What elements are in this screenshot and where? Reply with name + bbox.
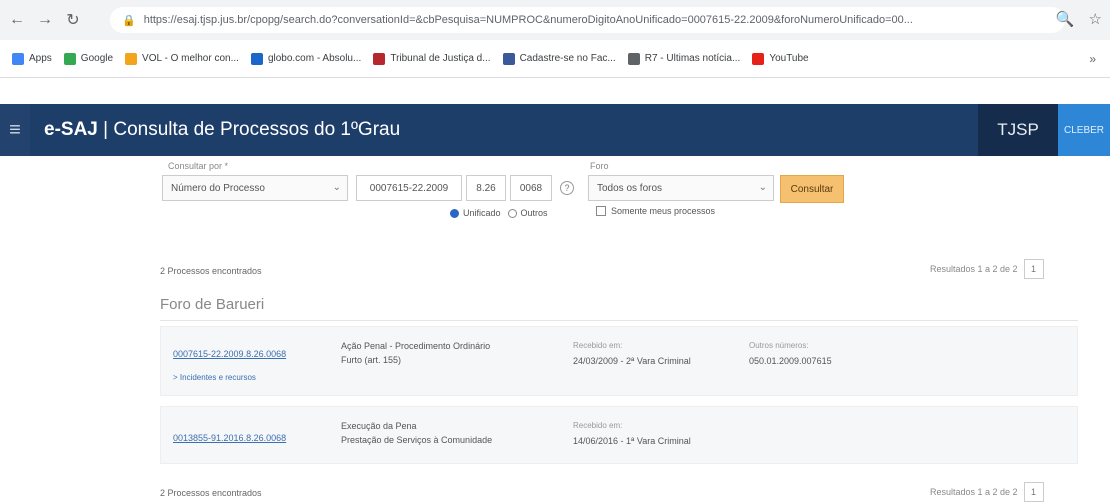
- received-label: Recebido em:: [573, 341, 623, 350]
- radio-other[interactable]: [507, 208, 517, 218]
- bookmark-item[interactable]: Cadastre-se no Fac...: [502, 52, 616, 65]
- bookmark-item[interactable]: Apps: [12, 52, 52, 65]
- zoom-icon[interactable]: 🔍: [1056, 10, 1075, 28]
- browser-address-bar: ← → ↻ 🔒 https://esaj.tjsp.jus.br/cpopg/s…: [0, 0, 1110, 40]
- radio-other-label: Outros: [520, 208, 548, 218]
- other-numbers-value: 050.01.2009.007615: [749, 356, 832, 366]
- process-class: Execução da Pena: [341, 421, 417, 431]
- bookmark-item[interactable]: YouTube: [752, 52, 809, 65]
- other-numbers-label: Outros números:: [749, 341, 809, 350]
- process-subject: Prestação de Serviços à Comunidade: [341, 435, 493, 445]
- received-label: Recebido em:: [573, 421, 623, 430]
- bookmark-favicon-icon: [373, 52, 386, 65]
- bookmark-item[interactable]: VOL - O melhor con...: [125, 52, 239, 65]
- bookmark-favicon-icon: [250, 52, 263, 65]
- only-my-processes-row: Somente meus processos: [596, 206, 715, 216]
- url-field[interactable]: 🔒 https://esaj.tjsp.jus.br/cpopg/search.…: [110, 7, 1065, 33]
- results-count: 2 Processos encontrados: [160, 266, 262, 276]
- bookmark-label: Google: [80, 53, 114, 64]
- lock-icon: 🔒: [122, 14, 136, 27]
- result-row: 0013855-91.2016.8.26.0068 Execução da Pe…: [160, 406, 1078, 464]
- query-label: Consultar por *: [168, 161, 229, 171]
- page-button[interactable]: 1: [1023, 259, 1044, 279]
- bookmarks-bar: Apps Google VOL - O melhor con... globo.com…: [0, 40, 1110, 78]
- bookmark-favicon-icon: [125, 52, 138, 65]
- page-subtitle: | Consulta de Processos do 1ºGrau: [97, 119, 401, 140]
- url-text: https://esaj.tjsp.jus.br/cpopg/search.do…: [143, 14, 913, 26]
- forum-divider: [160, 320, 1078, 321]
- foro-select[interactable]: Todos os foros ⌄: [588, 175, 774, 201]
- query-type-select[interactable]: Número do Processo ⌄: [162, 175, 348, 201]
- only-my-processes-label: Somente meus processos: [611, 206, 716, 216]
- process-number-input[interactable]: 0007615-22.2009: [356, 175, 462, 201]
- bookmark-label: Apps: [29, 53, 52, 64]
- forward-arrow-icon[interactable]: →: [34, 9, 56, 31]
- bookmark-label: Cadastre-se no Fac...: [519, 53, 616, 64]
- bookmark-label: Tribunal de Justiça d...: [390, 53, 491, 64]
- bookmark-favicon-icon: [627, 52, 640, 65]
- user-badge[interactable]: CLEBER: [1058, 104, 1110, 156]
- apps-grid-icon: [12, 52, 24, 65]
- page-button[interactable]: 1: [1023, 482, 1044, 502]
- incidents-link[interactable]: > Incidentes e recursos: [173, 373, 256, 382]
- bookmark-label: R7 - Ultimas notícia...: [644, 53, 741, 64]
- received-value: 24/03/2009 - 2ª Vara Criminal: [573, 356, 691, 366]
- help-icon[interactable]: ?: [560, 181, 574, 195]
- received-value: 14/06/2016 - 1ª Vara Criminal: [573, 436, 691, 446]
- foro-value: Todos os foros: [597, 182, 663, 194]
- process-number-link[interactable]: 0007615-22.2009.8.26.0068: [173, 349, 286, 359]
- segment-input[interactable]: 8.26: [466, 175, 506, 201]
- bookmark-favicon-icon: [752, 52, 765, 65]
- bookmark-label: YouTube: [769, 53, 809, 64]
- process-subject: Furto (art. 155): [341, 355, 402, 365]
- brand-name: e-SAJ: [44, 119, 98, 140]
- hamburger-menu-icon[interactable]: ≡: [0, 104, 30, 156]
- consultar-button[interactable]: Consultar: [780, 175, 844, 203]
- back-arrow-icon[interactable]: ←: [6, 9, 28, 31]
- only-my-processes-checkbox[interactable]: [596, 206, 606, 216]
- bookmark-label: VOL - O melhor con...: [142, 53, 239, 64]
- bookmark-item[interactable]: R7 - Ultimas notícia...: [627, 52, 741, 65]
- radio-unified[interactable]: [450, 208, 459, 218]
- pagination-footer: Resultados 1 a 2 de 2 1: [930, 482, 1044, 502]
- bookmark-favicon-icon: [63, 52, 76, 65]
- star-icon[interactable]: ☆: [1089, 10, 1102, 28]
- forum-number-input[interactable]: 0068: [510, 175, 552, 201]
- reload-icon[interactable]: ↻: [62, 9, 84, 31]
- result-row: 0007615-22.2009.8.26.0068 > Incidentes e…: [160, 326, 1078, 396]
- court-badge[interactable]: TJSP: [978, 104, 1058, 156]
- pagination-text: Resultados 1 a 2 de 2: [930, 487, 1018, 497]
- bookmark-label: globo.com - Absolu...: [267, 53, 362, 64]
- bookmark-item[interactable]: Google: [63, 52, 114, 65]
- results-count-footer: 2 Processos encontrados: [160, 488, 262, 498]
- bookmark-favicon-icon: [502, 52, 515, 65]
- pagination-text: Resultados 1 a 2 de 2: [930, 264, 1018, 274]
- process-class: Ação Penal - Procedimento Ordinário: [341, 341, 491, 351]
- radio-unified-label: Unificado: [463, 208, 501, 218]
- page-title: e-SAJ | Consulta de Processos do 1ºGrau: [44, 119, 400, 141]
- chevron-down-icon: ⌄: [758, 182, 767, 193]
- query-type-value: Número do Processo: [171, 182, 265, 194]
- bookmarks-overflow-icon[interactable]: »: [1089, 52, 1096, 66]
- bookmark-item[interactable]: globo.com - Absolu...: [250, 52, 362, 65]
- chevron-down-icon: ⌄: [332, 182, 341, 193]
- foro-label: Foro: [590, 161, 609, 171]
- pagination: Resultados 1 a 2 de 2 1: [930, 259, 1044, 279]
- process-number-link[interactable]: 0013855-91.2016.8.26.0068: [173, 433, 286, 443]
- app-header: ≡ e-SAJ | Consulta de Processos do 1ºGra…: [0, 104, 1110, 156]
- forum-title: Foro de Barueri: [160, 296, 265, 313]
- number-format-radio-group: Unificado Outros: [450, 208, 548, 218]
- bookmark-item[interactable]: Tribunal de Justiça d...: [373, 52, 491, 65]
